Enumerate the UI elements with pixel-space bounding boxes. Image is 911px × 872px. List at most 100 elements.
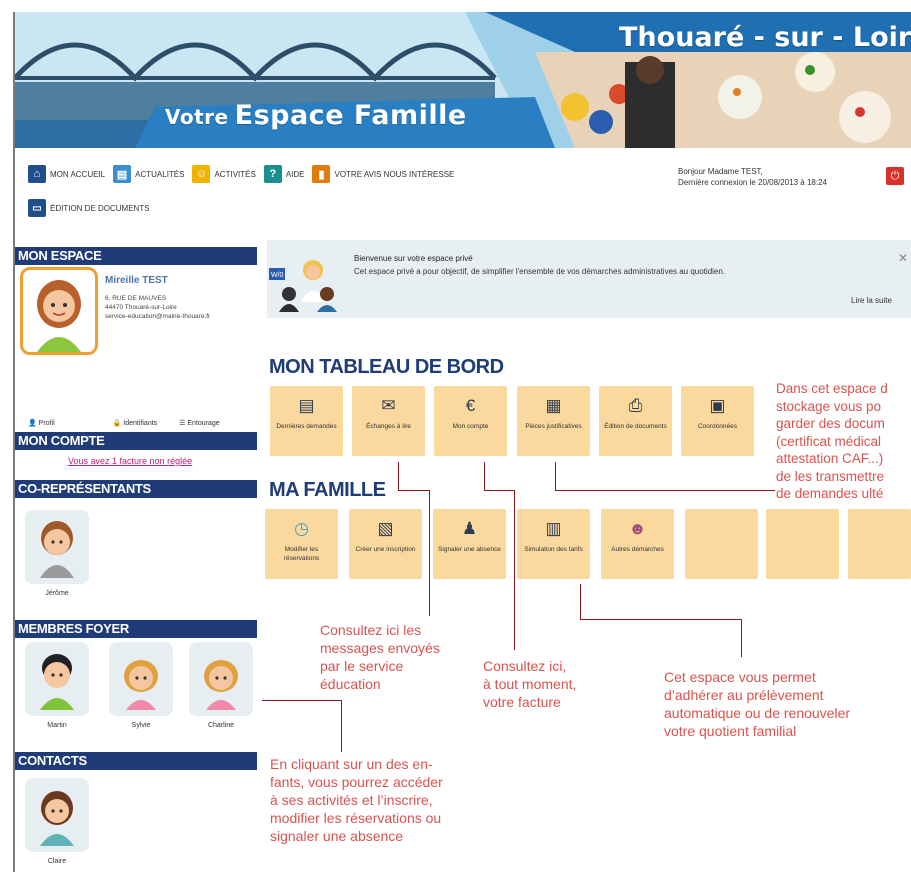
- profile-name: Mireille TEST: [105, 275, 168, 286]
- printer-icon: ▭: [28, 199, 46, 217]
- note-line: stockage vous po: [776, 398, 882, 414]
- co-representants-header: CO-REPRÉSENTANTS: [15, 480, 257, 498]
- user-icon: 👤: [28, 420, 37, 427]
- banner-title-small: Votre: [165, 105, 229, 129]
- girl-avatar-icon: [109, 642, 173, 716]
- note-line: En cliquant sur un des en-: [270, 756, 433, 772]
- contact-card[interactable]: Claire: [22, 778, 92, 865]
- co-representant-name: Jérôme: [45, 590, 69, 597]
- tile-mon-compte[interactable]: € Mon compte: [434, 386, 507, 456]
- member-card[interactable]: Sylvie: [106, 642, 176, 729]
- tile-creer-inscription[interactable]: ▧ Créer une inscription: [349, 509, 422, 579]
- note-messages: Consultez ici les messages envoyés par l…: [320, 621, 440, 693]
- note-stockage: Dans cet espace d stockage vous po garde…: [776, 380, 911, 503]
- welcome-title: Bienvenue sur votre espace privé: [354, 254, 473, 263]
- callout-line: [398, 462, 399, 490]
- tile-label: Créer une inscription: [355, 546, 416, 553]
- tile-label: Pièces justificatives: [525, 423, 582, 430]
- callout-line: [580, 619, 742, 620]
- banner: Votre Espace Famille Thouaré - sur - Loir…: [15, 12, 911, 148]
- tab-profil[interactable]: 👤 Profil: [28, 419, 55, 427]
- tile-autres-demarches[interactable]: ☻ Autres démarches: [601, 509, 674, 579]
- tile-dernieres-demandes[interactable]: ▤ Dernières demandes: [270, 386, 343, 456]
- callout-line: [341, 700, 342, 752]
- tile-simulation-tarifs[interactable]: ▥ Simulation des tarifs: [517, 509, 590, 579]
- banner-title: Votre Espace Famille: [165, 100, 467, 131]
- nav-item-aide[interactable]: ? AIDE: [263, 165, 304, 183]
- tile-edition-documents[interactable]: ⎙ Édition de documents: [599, 386, 672, 456]
- tile-coordonnees[interactable]: ▣ Coordonnées: [681, 386, 754, 456]
- contact-name: Claire: [47, 858, 67, 865]
- note-line: Cet espace vous permet: [664, 669, 816, 685]
- tile-label: Autres démarches: [611, 546, 664, 553]
- welcome-illustration: W/0: [267, 252, 347, 312]
- tile-pieces-justificatives[interactable]: ▦ Pièces justificatives: [517, 386, 590, 456]
- contact-card-icon: ▣: [709, 396, 726, 415]
- note-line: de demandes ulté: [776, 486, 884, 501]
- note-line: (certificat médical: [776, 433, 882, 449]
- note-line: Consultez ici,: [483, 658, 567, 674]
- tile-empty: [685, 509, 758, 579]
- facture-link[interactable]: Vous avez 1 facture non réglée: [68, 456, 192, 466]
- close-icon[interactable]: ✕: [898, 251, 908, 265]
- lock-icon: 🔒: [112, 420, 122, 427]
- member-name: Martin: [47, 722, 67, 729]
- profile-avatar[interactable]: [20, 267, 98, 355]
- tile-label: Édition de documents: [604, 423, 667, 430]
- member-name: Charline: [207, 722, 235, 729]
- clock-icon: ◷: [294, 519, 309, 538]
- logout-power-icon[interactable]: ⏻: [886, 167, 904, 185]
- note-prelevement: Cet espace vous permet d’adhérer au prél…: [664, 668, 850, 740]
- read-more-link[interactable]: Lire la suite: [851, 296, 892, 305]
- nav-label-actualites: ACTUALITÉS: [135, 169, 185, 179]
- woman-avatar-icon: [37, 280, 81, 352]
- member-name: Sylvie: [131, 722, 151, 729]
- note-line: automatique ou de renouveler: [664, 705, 851, 721]
- callout-line: [484, 490, 514, 491]
- town-name: Thouaré - sur - Loire: [619, 22, 911, 53]
- tile-empty: [848, 509, 911, 579]
- tile-label: Simulation des tarifs: [524, 546, 583, 553]
- note-line: à tout moment,: [483, 676, 577, 692]
- feedback-icon: ▮: [312, 165, 331, 183]
- note-enfants: En cliquant sur un des en- fants, vous p…: [270, 755, 443, 845]
- callout-line: [555, 462, 556, 490]
- greeting-text: Bonjour Madame TEST,: [678, 167, 763, 176]
- tab-entourage[interactable]: ☰ Entourage: [179, 419, 220, 427]
- nav-item-edition[interactable]: ▭ ÉDITION DE DOCUMENTS: [28, 199, 150, 217]
- note-line: garder des docum: [776, 416, 885, 431]
- nav-label-accueil: MON ACCUEIL: [50, 169, 106, 179]
- nav-label-activites: ACTIVITÉS: [214, 169, 256, 179]
- profile-tabs: 👤 Profil 🔒 Identifiants ☰ Entourage: [28, 419, 220, 427]
- tableau-title: MON TABLEAU DE BORD: [269, 356, 504, 378]
- member-card[interactable]: Martin: [22, 642, 92, 729]
- callout-line: [262, 700, 342, 701]
- co-representant-card[interactable]: Jérôme: [22, 510, 92, 597]
- tab-profil-label: Profil: [38, 420, 55, 427]
- tile-modifier-reservations[interactable]: ◷ Modifier les réservations: [265, 509, 338, 579]
- cabinet-icon: ▦: [545, 396, 562, 415]
- nav-item-avis[interactable]: ▮ VOTRE AVIS NOUS INTÉRESSE: [312, 165, 454, 183]
- boy-avatar-icon: [25, 642, 89, 716]
- euro-icon: €: [465, 396, 476, 415]
- note-facture: Consultez ici, à tout moment, votre fact…: [483, 657, 576, 711]
- member-card[interactable]: Charline: [186, 642, 256, 729]
- nav-item-accueil[interactable]: ⌂ MON ACCUEIL: [28, 165, 105, 183]
- note-line: Consultez ici les: [320, 622, 422, 638]
- mon-compte-header: MON COMPTE: [15, 432, 257, 450]
- tile-signaler-absence[interactable]: ♟ Signaler une absence: [433, 509, 506, 579]
- nav-item-actualites[interactable]: ▤ ACTUALITÉS: [113, 165, 184, 183]
- tab-identifiants[interactable]: 🔒 Identifiants: [113, 419, 158, 427]
- banner-title-main: Espace Famille: [234, 100, 467, 131]
- home-icon: ⌂: [28, 165, 46, 183]
- mon-espace-header: MON ESPACE: [15, 247, 257, 265]
- callout-line: [580, 584, 581, 619]
- tile-echanges[interactable]: ✉ Échanges à lire: [352, 386, 425, 456]
- callout-line: [429, 490, 430, 616]
- nav-item-activites[interactable]: ☺ ACTIVITÉS: [192, 165, 256, 183]
- note-line: votre facture: [483, 694, 561, 710]
- note-line: fants, vous pourrez accéder: [270, 774, 443, 790]
- welcome-panel: [267, 240, 911, 318]
- callout-line: [741, 619, 742, 657]
- tile-label: Échanges à lire: [366, 423, 411, 430]
